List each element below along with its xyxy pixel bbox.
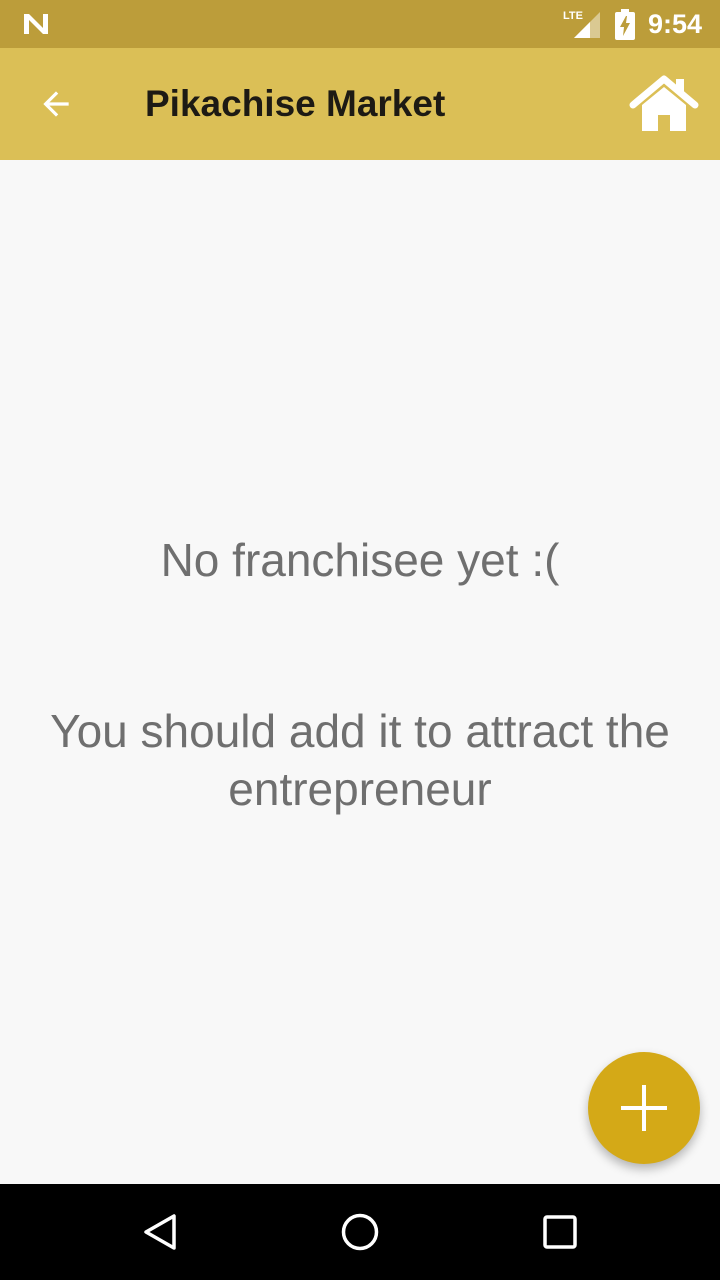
battery-charging-icon <box>615 9 635 40</box>
plus-icon <box>621 1085 667 1131</box>
status-bar: LTE 9:54 <box>0 0 720 48</box>
home-button[interactable] <box>626 68 702 140</box>
nav-home-button[interactable] <box>328 1200 392 1264</box>
empty-state-message: You should add it to attract the entrepr… <box>50 705 670 815</box>
add-franchisee-button[interactable] <box>588 1052 700 1164</box>
recents-square-icon <box>543 1215 577 1249</box>
nav-recents-button[interactable] <box>528 1200 592 1264</box>
home-circle-icon <box>341 1213 379 1251</box>
system-navigation-bar <box>0 1184 720 1280</box>
back-button[interactable] <box>24 72 88 136</box>
app-toolbar: Pikachise Market <box>0 48 720 160</box>
empty-state-title: No franchisee yet :( <box>160 534 560 586</box>
status-time: 9:54 <box>648 9 703 39</box>
home-icon <box>629 75 699 131</box>
nav-back-button[interactable] <box>128 1200 192 1264</box>
arrow-back-icon <box>43 91 69 117</box>
lte-label: LTE <box>563 10 583 22</box>
page-title: Pikachise Market <box>145 83 446 124</box>
lte-signal-icon: LTE <box>563 10 600 38</box>
back-triangle-icon <box>144 1214 176 1250</box>
n-logo-icon <box>24 14 48 34</box>
